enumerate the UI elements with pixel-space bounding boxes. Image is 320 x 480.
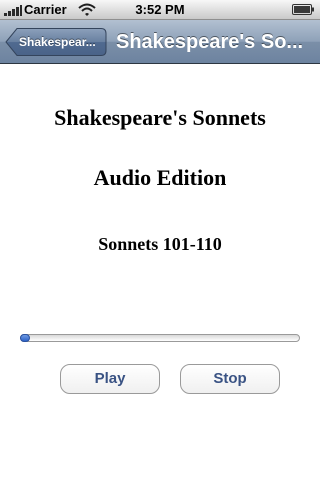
battery-icon — [292, 4, 314, 15]
sonnet-range: Sonnets 101-110 — [98, 234, 222, 254]
slider-track — [20, 334, 300, 342]
back-button[interactable]: Shakespear... — [5, 27, 107, 57]
edition-label: Audio Edition — [93, 165, 227, 190]
status-time: 3:52 PM — [135, 2, 185, 17]
slider-fill — [20, 334, 30, 342]
navigation-bar: Shakespear... Shakespeare's So... — [0, 20, 320, 64]
nav-title: Shakespeare's So... — [116, 31, 304, 53]
play-button[interactable]: Play — [60, 364, 160, 394]
book-title: Shakespeare's Sonnets — [54, 105, 266, 130]
progress-slider[interactable] — [20, 333, 300, 343]
status-bar: Carrier 3:52 PM — [0, 0, 320, 20]
stop-button[interactable]: Stop — [180, 364, 280, 394]
back-button-label: Shakespear... — [19, 35, 96, 49]
